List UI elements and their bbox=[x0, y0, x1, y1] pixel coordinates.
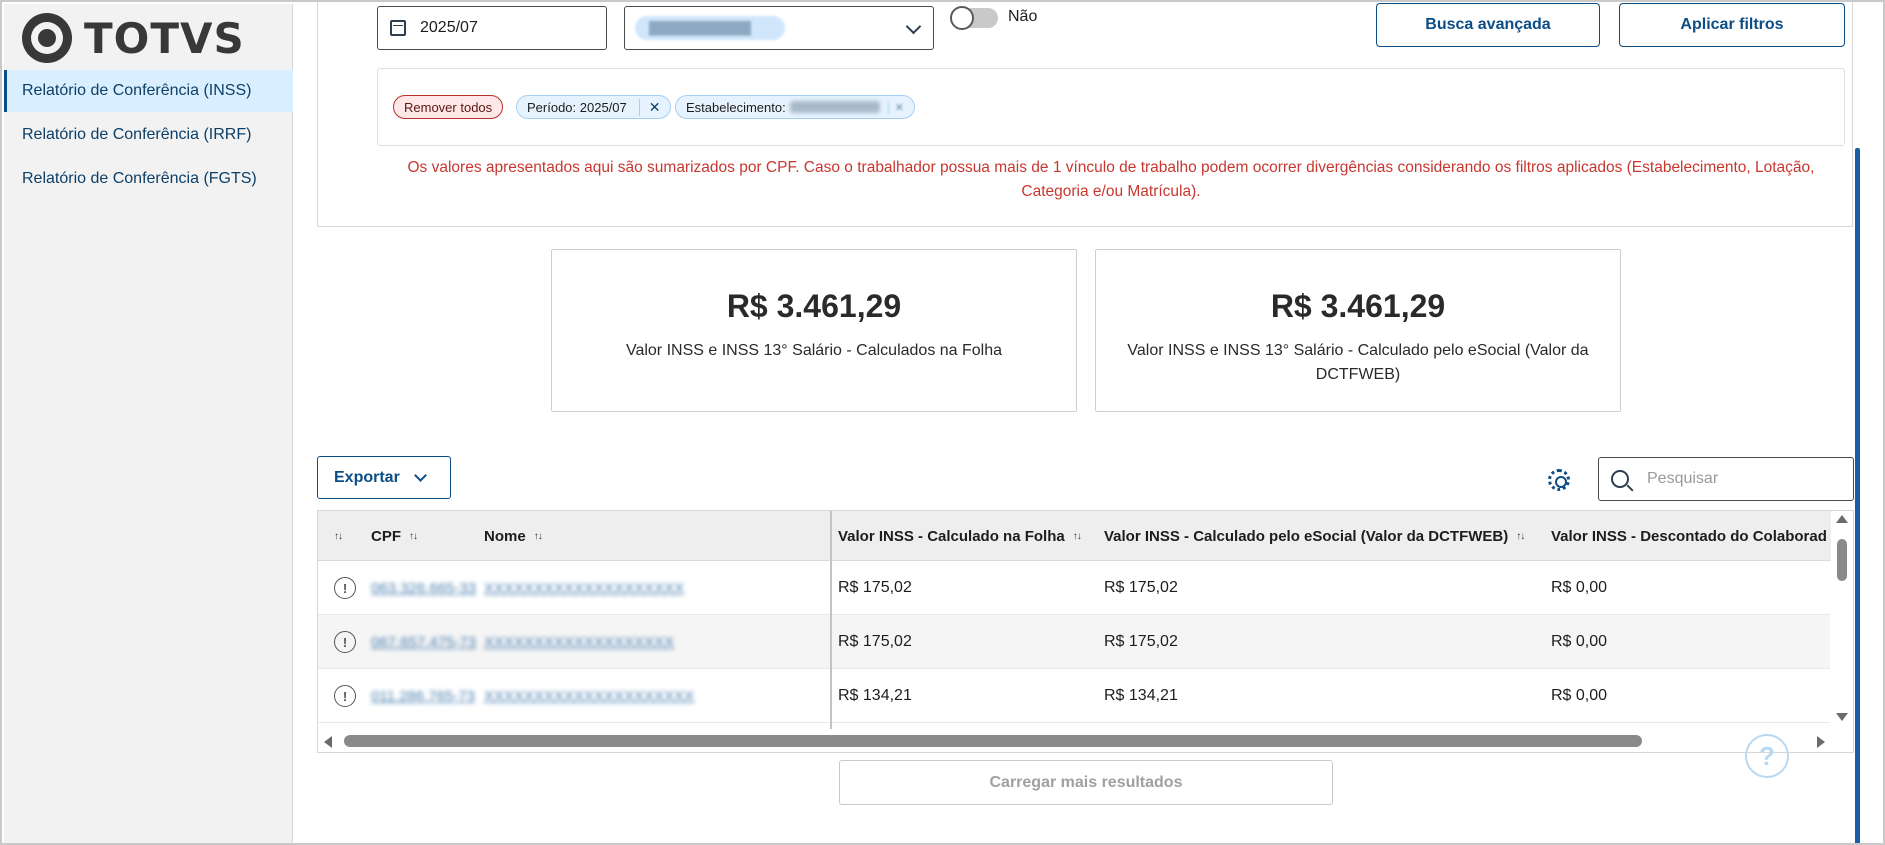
close-icon[interactable]: ✕ bbox=[638, 98, 660, 116]
period-chip-label: Período: 2025/07 bbox=[527, 99, 627, 115]
brand-name: TOTVS bbox=[84, 13, 245, 63]
exclamation-circle-icon[interactable]: ! bbox=[334, 685, 356, 707]
sort-icon[interactable]: ↑↓ bbox=[334, 531, 343, 542]
establishment-select[interactable]: ████████████ bbox=[624, 6, 934, 50]
toggle-label: Não bbox=[1008, 8, 1038, 25]
remove-all-chip[interactable]: Remover todos bbox=[393, 95, 504, 119]
filter-panel: 2025/07 ████████████ Não Busca avançada … bbox=[317, 2, 1853, 227]
column-header-label: Valor INSS - Calculado na Folha bbox=[838, 527, 1065, 545]
help-icon[interactable]: ? bbox=[1745, 734, 1789, 778]
page-scrollbar[interactable] bbox=[1843, 2, 1865, 843]
results-table: ↑↓ CPF ↑↓ Nome ↑↓ Valor INSS - Calculado… bbox=[317, 510, 1854, 753]
search-field[interactable] bbox=[1598, 457, 1854, 501]
valor-folha: R$ 134,21 bbox=[838, 687, 912, 704]
valor-descontado: R$ 0,00 bbox=[1551, 579, 1608, 596]
sidebar: TOTVS Relatório de Conferência (INSS) Re… bbox=[4, 4, 293, 843]
column-header-label: Valor INSS - Descontado do Colaborad bbox=[1551, 527, 1827, 545]
valor-descontado: R$ 0,00 bbox=[1551, 687, 1608, 704]
column-header-cpf[interactable]: CPF ↑↓ bbox=[371, 511, 418, 561]
sidebar-item-irrf[interactable]: Relatório de Conferência (IRRF) bbox=[4, 114, 293, 156]
gear-icon[interactable] bbox=[1548, 469, 1570, 491]
establishment-filter-chip: Estabelecimento: ✕ bbox=[675, 95, 915, 119]
sidebar-item-fgts[interactable]: Relatório de Conferência (FGTS) bbox=[4, 158, 293, 200]
period-field[interactable]: 2025/07 bbox=[377, 6, 607, 50]
valor-esocial: R$ 175,02 bbox=[1104, 579, 1178, 596]
valor-descontado: R$ 0,00 bbox=[1551, 633, 1608, 650]
valor-esocial: R$ 175,02 bbox=[1104, 633, 1178, 650]
scroll-thumb[interactable] bbox=[344, 735, 1642, 747]
column-header-label: CPF bbox=[371, 527, 401, 545]
frozen-column-divider bbox=[830, 511, 832, 729]
chevron-down-icon bbox=[413, 469, 427, 482]
column-header-label: Nome bbox=[484, 527, 526, 545]
cpf-link[interactable]: 067.657.475-73 bbox=[371, 634, 476, 651]
sort-icon[interactable]: ↑↓ bbox=[1516, 531, 1525, 542]
apply-filters-button[interactable]: Aplicar filtros bbox=[1619, 3, 1845, 47]
sort-icon[interactable]: ↑↓ bbox=[409, 531, 418, 542]
establishment-chip-value bbox=[789, 101, 880, 113]
column-header-esocial[interactable]: Valor INSS - Calculado pelo eSocial (Val… bbox=[1104, 511, 1525, 561]
scroll-right-arrow-icon[interactable] bbox=[1817, 736, 1825, 748]
period-value: 2025/07 bbox=[420, 19, 478, 36]
search-input[interactable] bbox=[1647, 470, 1827, 488]
valor-folha: R$ 175,02 bbox=[838, 579, 912, 596]
divergence-warning: Os valores apresentados aqui são sumariz… bbox=[407, 159, 1815, 200]
cpf-link[interactable]: 063.326.665-33 bbox=[371, 580, 476, 597]
table-horizontal-scrollbar[interactable] bbox=[318, 729, 1853, 752]
establishment-chip-label: Estabelecimento: bbox=[686, 99, 786, 115]
advanced-search-button[interactable]: Busca avançada bbox=[1376, 3, 1600, 47]
establishment-selected-chip: ████████████ bbox=[635, 16, 785, 40]
kpi-card-folha: R$ 3.461,29 Valor INSS e INSS 13° Salári… bbox=[551, 249, 1077, 412]
sort-icon[interactable]: ↑↓ bbox=[1073, 531, 1082, 542]
main-content: 2025/07 ████████████ Não Busca avançada … bbox=[293, 2, 1865, 843]
column-header-label: Valor INSS - Calculado pelo eSocial (Val… bbox=[1104, 527, 1509, 545]
period-filter-chip: Período: 2025/07 ✕ bbox=[516, 95, 672, 119]
app-window: TOTVS Relatório de Conferência (INSS) Re… bbox=[0, 0, 1885, 845]
close-icon[interactable]: ✕ bbox=[887, 100, 904, 114]
exclamation-circle-icon[interactable]: ! bbox=[334, 577, 356, 599]
nome-link[interactable]: XXXXXXXXXXXXXXXXXXXX bbox=[484, 580, 684, 597]
toggle-knob bbox=[950, 6, 974, 30]
side-nav: Relatório de Conferência (INSS) Relatóri… bbox=[4, 70, 293, 200]
search-icon bbox=[1611, 470, 1629, 488]
calendar-icon[interactable] bbox=[390, 20, 406, 36]
valor-esocial: R$ 134,21 bbox=[1104, 687, 1178, 704]
kpi-value: R$ 3.461,29 bbox=[1270, 288, 1446, 324]
page-scroll-thumb[interactable] bbox=[1855, 148, 1860, 843]
table-row[interactable]: ! 067.657.475-73 XXXXXXXXXXXXXXXXXXX R$ … bbox=[318, 615, 1830, 669]
kpi-label: Valor INSS e INSS 13° Salário - Calculad… bbox=[625, 342, 1003, 359]
table-row[interactable]: ! 063.326.665-33 XXXXXXXXXXXXXXXXXXXX R$… bbox=[318, 561, 1830, 615]
active-filters: Remover todos Período: 2025/07 ✕ Estabel… bbox=[377, 68, 1845, 146]
scroll-left-arrow-icon[interactable] bbox=[324, 736, 332, 748]
totvs-logo-icon bbox=[22, 13, 72, 63]
column-header-descontado[interactable]: Valor INSS - Descontado do Colaborad bbox=[1551, 511, 1827, 561]
kpi-card-esocial: R$ 3.461,29 Valor INSS e INSS 13° Salári… bbox=[1095, 249, 1621, 412]
nome-link[interactable]: XXXXXXXXXXXXXXXXXXX bbox=[484, 634, 674, 651]
kpi-label: Valor INSS e INSS 13° Salário - Calculad… bbox=[1127, 342, 1589, 383]
toggle-switch[interactable] bbox=[950, 6, 998, 30]
load-more-button[interactable]: Carregar mais resultados bbox=[839, 760, 1333, 805]
totvs-logo: TOTVS bbox=[22, 12, 245, 64]
valor-folha: R$ 175,02 bbox=[838, 633, 912, 650]
nome-link[interactable]: XXXXXXXXXXXXXXXXXXXXX bbox=[484, 688, 694, 705]
column-header-status[interactable]: ↑↓ bbox=[334, 511, 343, 561]
sidebar-item-inss[interactable]: Relatório de Conferência (INSS) bbox=[4, 70, 293, 112]
chevron-down-icon bbox=[905, 18, 922, 35]
sort-icon[interactable]: ↑↓ bbox=[534, 531, 543, 542]
column-header-folha[interactable]: Valor INSS - Calculado na Folha ↑↓ bbox=[838, 511, 1082, 561]
kpi-value: R$ 3.461,29 bbox=[726, 288, 902, 324]
exclamation-circle-icon[interactable]: ! bbox=[334, 631, 356, 653]
column-header-nome[interactable]: Nome ↑↓ bbox=[484, 511, 543, 561]
export-label: Exportar bbox=[334, 468, 400, 486]
export-button[interactable]: Exportar bbox=[317, 456, 451, 499]
cpf-link[interactable]: 011.286.765-73 bbox=[371, 688, 475, 705]
table-row[interactable]: ! 011.286.765-73 XXXXXXXXXXXXXXXXXXXXX R… bbox=[318, 669, 1830, 723]
table-header: ↑↓ CPF ↑↓ Nome ↑↓ Valor INSS - Calculado… bbox=[318, 511, 1853, 561]
